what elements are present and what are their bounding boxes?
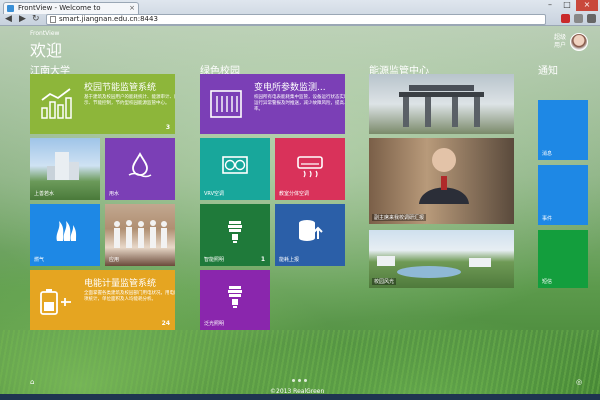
forward-arrow-icon[interactable]: ▶ [19, 14, 26, 25]
split-ac-icon [297, 156, 323, 178]
tile-label: 智能照明 [204, 257, 225, 263]
tile-label: 上善若水 [34, 191, 55, 197]
settings-icon[interactable]: ◎ [576, 378, 582, 386]
extension-icon[interactable] [561, 14, 570, 23]
tab-title: FrontView - Welcome to [18, 4, 101, 12]
photo-caption: 校园风光 [372, 278, 397, 285]
chart-growth-icon [41, 88, 72, 119]
database-upload-icon [299, 220, 323, 242]
page-icon [50, 16, 56, 23]
close-window-button[interactable]: × [576, 0, 598, 11]
maximize-button[interactable]: □ [559, 0, 575, 11]
reload-icon[interactable]: ↻ [32, 14, 40, 25]
tile-smart-light[interactable]: 智能照明 1 [200, 204, 270, 266]
menu-icon[interactable] [587, 14, 596, 23]
tile-label: 短信 [542, 279, 553, 285]
ac-unit-icon [222, 156, 248, 175]
tile-energy-upload[interactable]: 能耗上报 [275, 204, 345, 266]
tile-notice-sms[interactable]: 短信 [538, 230, 588, 288]
os-taskbar [0, 394, 600, 400]
page-indicator [292, 379, 307, 382]
tile-label: 用水 [109, 191, 120, 197]
meter-panel-icon [210, 90, 242, 118]
tile-gate-photo[interactable] [369, 74, 514, 134]
tile-label: VRV空调 [204, 191, 225, 197]
back-arrow-icon[interactable]: ◀ [5, 14, 12, 25]
battery-plug-icon [40, 289, 71, 315]
tile-notice-event[interactable]: 事件 [538, 165, 588, 225]
tile-campus-energy[interactable]: 校园节能监管系统 基于建筑及校园用户的能耗统计、能源审计、能效公示、节能控制，节… [30, 74, 175, 134]
tile-street-light[interactable]: 泛光照明 [200, 270, 270, 330]
tile-count: 24 [161, 320, 170, 327]
tile-landscape-photo[interactable]: 校园风光 [369, 230, 514, 288]
page-dot[interactable] [304, 379, 307, 382]
extension-icons [561, 14, 596, 23]
person-image [419, 148, 469, 204]
tile-vrv-ac[interactable]: VRV空调 [200, 138, 270, 200]
tile-split-ac[interactable]: 教室分体空调 [275, 138, 345, 200]
building-image [47, 152, 79, 180]
tile-notice-message[interactable]: 消息 [538, 100, 588, 160]
tile-power-room[interactable]: 变电所参数监测... 校园所有电表能耗集中监管，设备运行状态实时反馈，运行异常警… [200, 74, 345, 134]
page-dot[interactable] [292, 379, 295, 382]
photo-caption: 副主席来我校调研汇报 [372, 214, 427, 221]
tile-title: 校园节能监管系统 [84, 83, 157, 93]
tile-label: 能耗上报 [279, 257, 300, 263]
tile-people-photo[interactable]: 应用 [105, 204, 175, 266]
tile-water[interactable]: 用水 [105, 138, 175, 200]
tile-label: 应用 [109, 257, 120, 263]
group-title-notice: 通知 [538, 66, 558, 77]
tile-count: 3 [165, 124, 170, 131]
tile-title: 变电所参数监测... [254, 83, 326, 93]
tile-label: 教室分体空调 [279, 191, 310, 197]
archway-image [399, 85, 484, 127]
avatar[interactable] [570, 33, 588, 51]
start-page: FrontView 欢迎 超级 用户 江南大学 绿色校园 能源监管中心 通知 校… [0, 26, 600, 400]
tile-gas[interactable]: 燃气 [30, 204, 100, 266]
light-bulb-icon [228, 221, 242, 244]
favicon-icon [7, 5, 14, 12]
browser-toolbar: ◀ ▶ ↻ smart.jiangnan.edu.cn:8443 [0, 13, 600, 26]
tile-description: 全面掌握各类建筑及校园部门用电状况，用电能耗按分项统计，单位面积及人均能耗分析。 [84, 291, 175, 302]
tile-label: 燃气 [34, 257, 45, 263]
gas-flame-icon [56, 221, 77, 242]
tile-label: 消息 [542, 151, 553, 157]
water-drop-icon [128, 152, 152, 178]
tile-label: 泛光照明 [204, 321, 225, 327]
tile-count: 1 [260, 256, 265, 263]
star-icon[interactable] [574, 14, 583, 23]
tile-metering[interactable]: 电能计量监管系统 全面掌握各类建筑及校园部门用电状况，用电能耗按分项统计，单位面… [30, 270, 175, 330]
user-name[interactable]: 超级 用户 [550, 34, 566, 50]
tile-description: 校园所有电表能耗集中监管，设备运行状态实时反馈，运行异常警报及时推送，减少故障风… [254, 95, 345, 112]
url-text: smart.jiangnan.edu.cn:8443 [59, 15, 158, 23]
tile-campus-photo[interactable]: 上善若水 [30, 138, 100, 200]
page-dot[interactable] [298, 379, 301, 382]
window-controls: – □ × [542, 0, 598, 11]
address-bar[interactable]: smart.jiangnan.edu.cn:8443 [46, 14, 546, 25]
tile-label: 事件 [542, 216, 553, 222]
minimize-button[interactable]: – [542, 0, 558, 11]
group-people-image [114, 220, 167, 248]
tile-description: 基于建筑及校园用户的能耗统计、能源审计、能效公示、节能控制，节约型校园能源监管中… [84, 95, 175, 106]
light-bulb-icon [228, 286, 242, 309]
brand-label: FrontView [30, 30, 60, 37]
tile-news-photo[interactable]: 副主席来我校调研汇报 [369, 138, 514, 224]
home-icon[interactable]: ⌂ [30, 378, 34, 386]
tile-title: 电能计量监管系统 [84, 279, 157, 289]
page-title: 欢迎 [30, 41, 63, 60]
browser-chrome: FrontView - Welcome to × – □ × ◀ ▶ ↻ sma… [0, 0, 600, 26]
